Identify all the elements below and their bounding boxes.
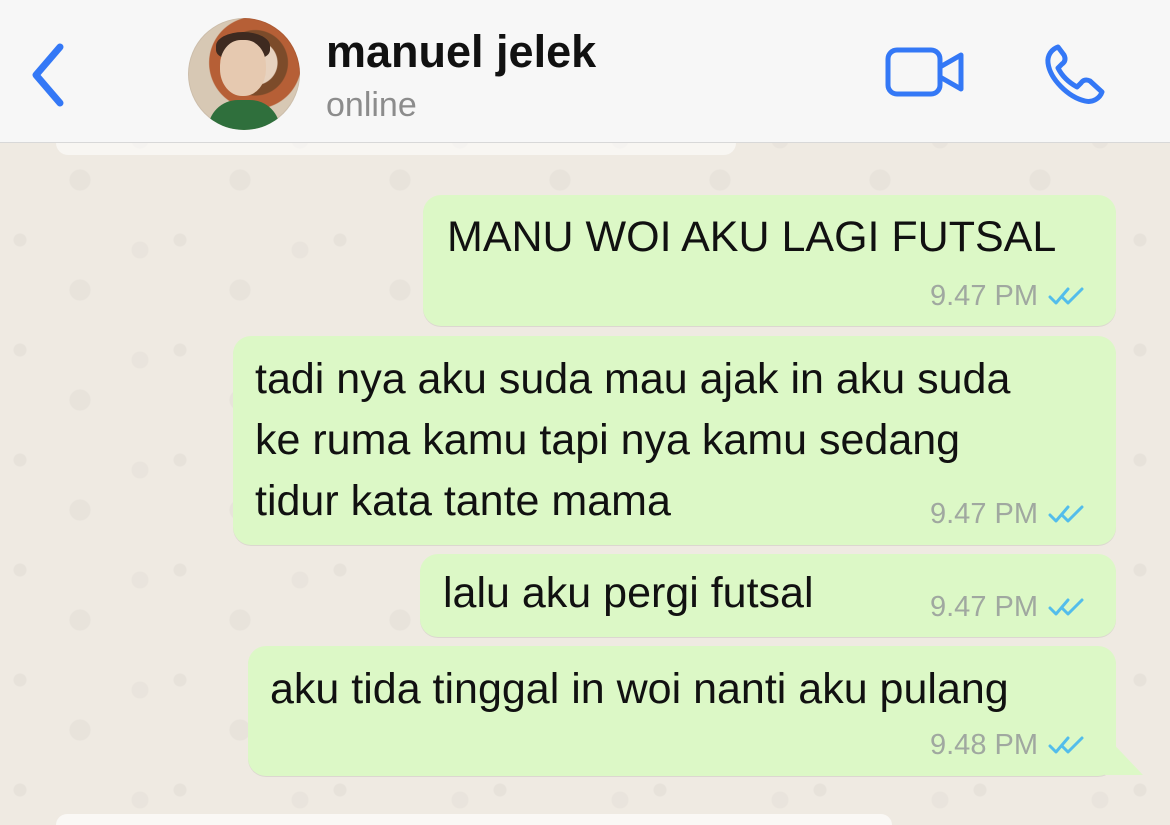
double-check-icon [1048, 287, 1084, 305]
voice-call-button[interactable] [1040, 41, 1108, 109]
double-check-icon [1048, 505, 1084, 523]
avatar[interactable] [188, 18, 300, 130]
contact-name: manuel jelek [326, 26, 597, 77]
avatar-shirt [208, 100, 280, 130]
previous-message-edge [56, 143, 736, 155]
message-time: 9.47 PM [930, 498, 1038, 530]
message-time: 9.48 PM [930, 729, 1038, 761]
message-meta: 9.47 PM [930, 590, 1086, 624]
message-meta: 9.47 PM [930, 279, 1086, 313]
message-meta: 9.48 PM [930, 728, 1086, 762]
video-call-button[interactable] [885, 45, 965, 99]
video-camera-icon [885, 47, 964, 97]
next-message-edge [56, 814, 892, 825]
message-time: 9.47 PM [930, 280, 1038, 312]
message-text: MANU WOI AKU LAGI FUTSAL [447, 213, 1057, 261]
double-check-icon [1048, 598, 1084, 616]
phone-icon [1045, 44, 1105, 104]
message-time: 9.47 PM [930, 591, 1038, 623]
contact-status: online [326, 86, 417, 124]
avatar-face [220, 40, 266, 96]
message-text: lalu aku pergi futsal [443, 569, 814, 617]
back-button[interactable] [18, 36, 78, 114]
message-text: aku tida tinggal in woi nanti aku pulang [270, 665, 1009, 713]
double-check-icon [1048, 736, 1084, 754]
message-meta: 9.47 PM [930, 497, 1086, 531]
chevron-left-icon [32, 43, 64, 107]
contact-info[interactable]: manuel jelek online [326, 27, 596, 125]
chat-header: manuel jelek online [0, 0, 1170, 143]
